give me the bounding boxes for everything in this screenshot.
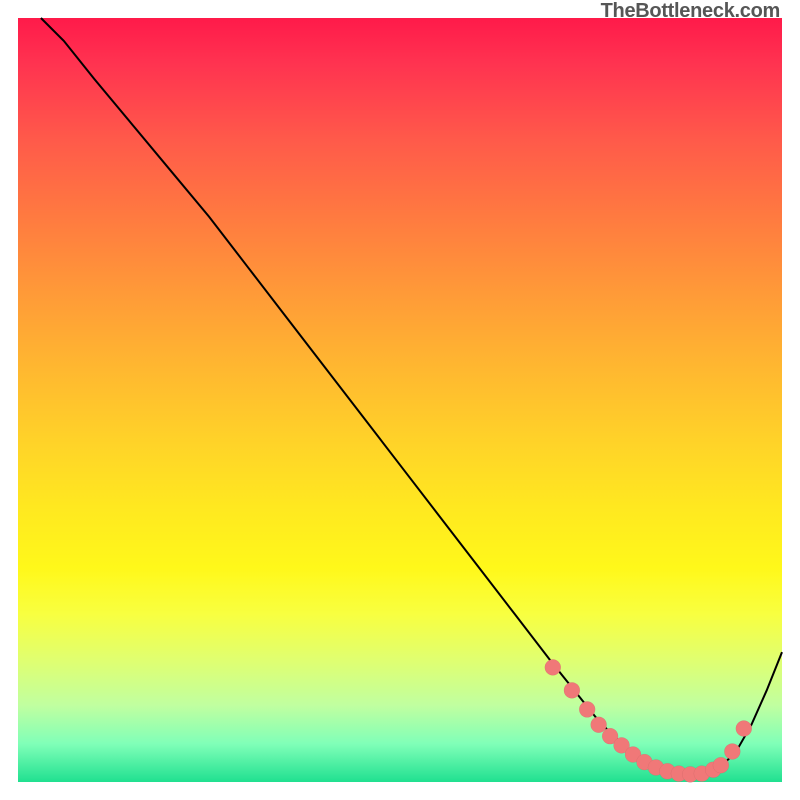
data-point <box>545 659 561 675</box>
data-points <box>545 659 752 782</box>
data-point <box>713 757 729 773</box>
chart-overlay <box>18 18 782 782</box>
chart-canvas: TheBottleneck.com <box>0 0 800 800</box>
curve-line <box>41 18 782 774</box>
data-point <box>724 743 740 759</box>
data-point <box>591 717 607 733</box>
data-point <box>564 682 580 698</box>
data-point <box>579 701 595 717</box>
data-point <box>736 721 752 737</box>
